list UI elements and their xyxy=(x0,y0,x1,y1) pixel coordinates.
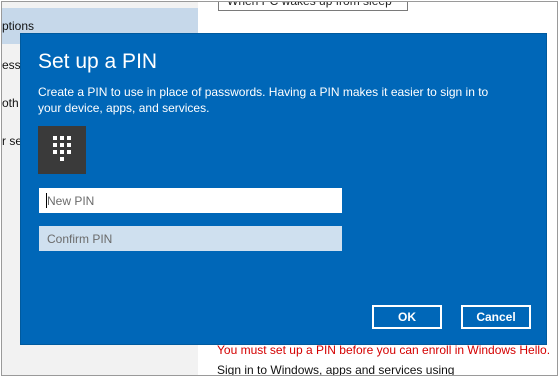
signin-description: Sign in to Windows, apps and services us… xyxy=(217,363,455,376)
setup-pin-dialog: Set up a PIN Create a PIN to use in plac… xyxy=(20,33,547,345)
confirm-pin-input[interactable] xyxy=(39,226,342,251)
cancel-button[interactable]: Cancel xyxy=(461,305,531,329)
text-cursor xyxy=(46,193,47,208)
ok-button[interactable]: OK xyxy=(372,305,442,329)
sidebar-item-other[interactable]: oth xyxy=(2,96,19,110)
sidebar-item-user[interactable]: r se xyxy=(2,134,22,148)
pin-required-warning: You must set up a PIN before you can enr… xyxy=(217,343,551,357)
dialog-title: Set up a PIN xyxy=(38,50,158,73)
new-pin-input[interactable] xyxy=(39,188,342,213)
sidebar-item-access[interactable]: ess xyxy=(2,58,21,72)
require-signin-dropdown[interactable]: When PC wakes up from sleep xyxy=(218,2,408,11)
keypad-icon xyxy=(38,126,86,174)
dialog-description: Create a PIN to use in place of password… xyxy=(38,85,489,115)
sidebar-item-options[interactable]: ptions xyxy=(2,19,34,33)
